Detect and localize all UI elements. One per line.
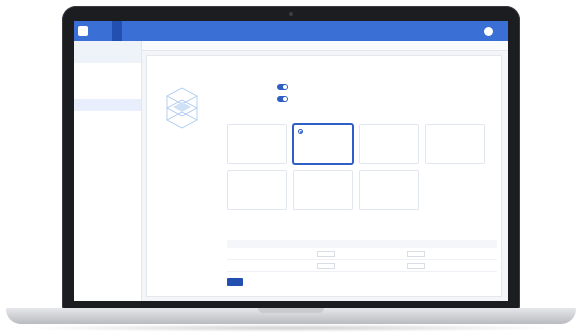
- sidebar-subitem[interactable]: [74, 111, 141, 123]
- value-input[interactable]: [317, 251, 335, 258]
- nav-right-item[interactable]: [473, 21, 481, 41]
- option-card-selected[interactable]: [293, 124, 353, 164]
- nav-item[interactable]: [142, 21, 152, 41]
- option-card[interactable]: [227, 170, 287, 210]
- sidebar-item[interactable]: [74, 63, 141, 75]
- nav-right: [473, 21, 504, 41]
- sidebar: [74, 41, 142, 301]
- save-button[interactable]: [227, 278, 243, 286]
- table-row: [227, 248, 497, 260]
- table-cell: [317, 248, 407, 259]
- table-row-label: [227, 260, 317, 271]
- nav-right-item[interactable]: [496, 21, 504, 41]
- toggle-switch[interactable]: [277, 96, 288, 102]
- settings-panel: [146, 55, 502, 297]
- nav-item[interactable]: [92, 21, 102, 41]
- laptop-notch: [258, 308, 324, 313]
- option-card[interactable]: [293, 170, 353, 210]
- nav-item[interactable]: [122, 21, 132, 41]
- table-cell: [317, 260, 407, 271]
- option-card[interactable]: [359, 170, 419, 210]
- main-content: [142, 41, 508, 301]
- radio-selected-icon[interactable]: [298, 129, 303, 134]
- sidebar-subitem-active[interactable]: [74, 99, 141, 111]
- option-row: [227, 84, 508, 90]
- value-input[interactable]: [407, 263, 425, 270]
- table-header-cell: [407, 240, 497, 248]
- table-row-label: [227, 248, 317, 259]
- page-title: [147, 56, 501, 62]
- cloud-network-illustration: [166, 87, 198, 129]
- sidebar-subitem[interactable]: [74, 87, 141, 99]
- sidebar-item[interactable]: [74, 75, 141, 87]
- option-row: [227, 96, 508, 102]
- avatar[interactable]: [484, 26, 493, 36]
- sidebar-item[interactable]: [74, 159, 141, 171]
- sidebar-item[interactable]: [74, 123, 141, 135]
- screen: [74, 21, 508, 301]
- app-logo[interactable]: [78, 26, 88, 36]
- table-header-cell: [317, 240, 407, 248]
- option-card[interactable]: [359, 124, 419, 164]
- value-input[interactable]: [407, 251, 425, 258]
- table-header-cell: [227, 240, 317, 248]
- nav-item[interactable]: [152, 21, 162, 41]
- value-input[interactable]: [317, 263, 335, 270]
- table-cell: [407, 260, 497, 271]
- camera: [289, 12, 293, 16]
- table-header: [227, 240, 497, 248]
- nav-item[interactable]: [132, 21, 142, 41]
- option-cards: [227, 124, 497, 210]
- settings-table: [227, 240, 497, 272]
- card-title-row: [298, 129, 348, 134]
- table-cell: [407, 248, 497, 259]
- laptop-shadow: [20, 324, 562, 332]
- sidebar-header[interactable]: [74, 41, 141, 63]
- top-navigation: [74, 21, 508, 41]
- toggle-switch[interactable]: [277, 84, 288, 90]
- sidebar-item[interactable]: [74, 147, 141, 159]
- option-card[interactable]: [227, 124, 287, 164]
- nav-item[interactable]: [102, 21, 112, 41]
- sidebar-item[interactable]: [74, 135, 141, 147]
- breadcrumb[interactable]: [142, 41, 508, 51]
- nav-item-active[interactable]: [112, 21, 122, 41]
- table-row: [227, 260, 497, 272]
- option-card[interactable]: [425, 124, 485, 164]
